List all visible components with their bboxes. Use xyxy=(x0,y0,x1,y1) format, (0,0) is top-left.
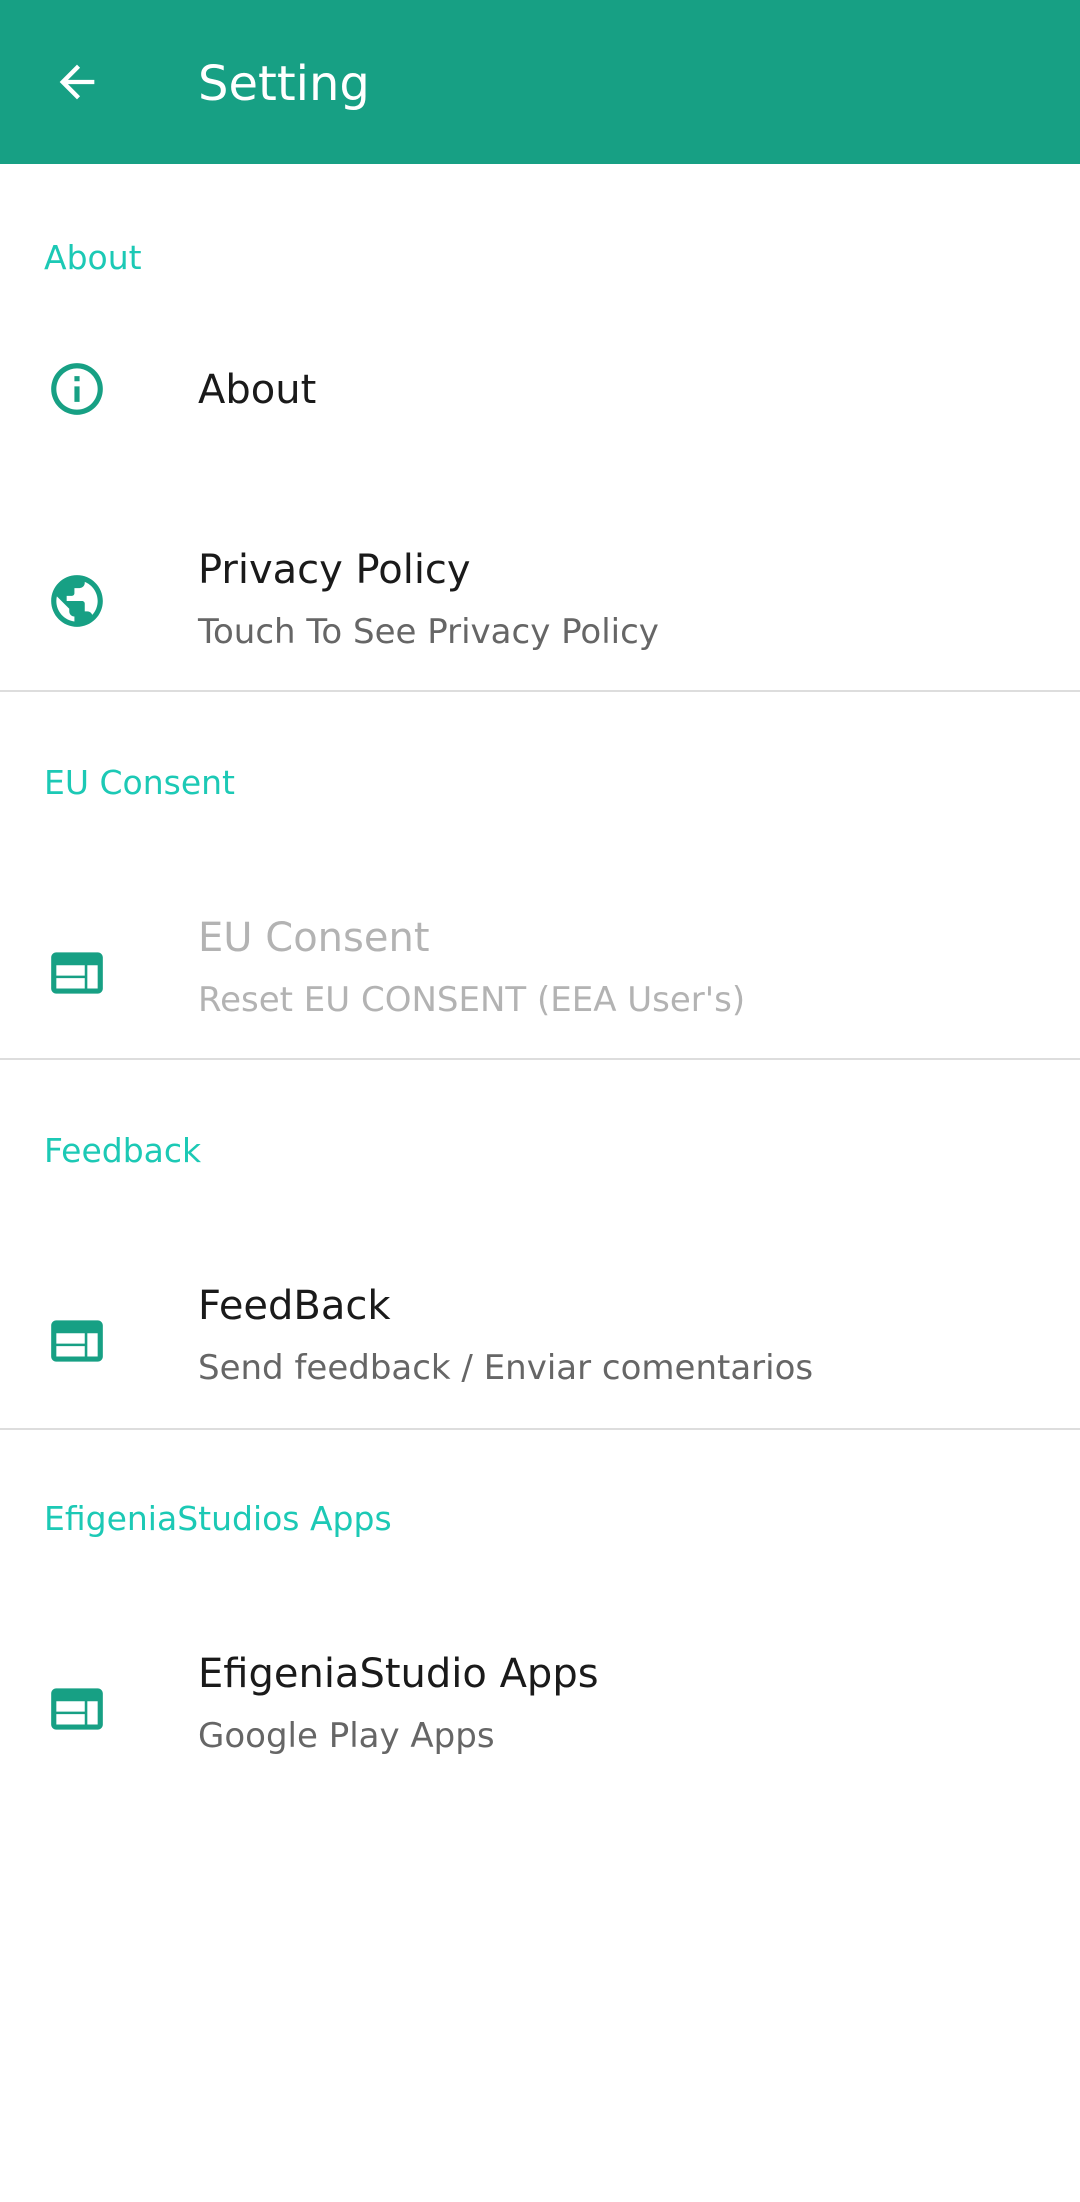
efigenia-apps-title: EfigeniaStudio Apps xyxy=(198,1651,599,1697)
app-bar: Setting xyxy=(0,0,1080,164)
privacy-policy-summary: Touch To See Privacy Policy xyxy=(198,612,659,652)
section-divider xyxy=(0,1058,1080,1060)
info-icon xyxy=(44,356,110,422)
back-button[interactable] xyxy=(32,42,122,122)
privacy-policy-item[interactable]: Privacy Policy Touch To See Privacy Poli… xyxy=(0,520,1080,690)
globe-icon xyxy=(44,568,110,634)
efigenia-apps-summary: Google Play Apps xyxy=(198,1716,495,1756)
web-layout-icon xyxy=(44,1676,110,1742)
arrow-left-icon xyxy=(59,64,95,100)
eu-consent-summary: Reset EU CONSENT (EEA User's) xyxy=(198,980,746,1020)
web-layout-icon xyxy=(44,940,110,1006)
privacy-policy-title: Privacy Policy xyxy=(198,547,471,593)
efigenia-apps-item[interactable]: EfigeniaStudio Apps Google Play Apps xyxy=(0,1624,1080,1794)
about-title: About xyxy=(198,367,317,413)
feedback-summary: Send feedback / Enviar comentarios xyxy=(198,1348,814,1388)
feedback-item[interactable]: FeedBack Send feedback / Enviar comentar… xyxy=(0,1256,1080,1426)
section-header-eu-consent: EU Consent xyxy=(44,763,235,802)
page-title: Setting xyxy=(198,56,370,112)
section-divider xyxy=(0,1428,1080,1430)
eu-consent-item: EU Consent Reset EU CONSENT (EEA User's) xyxy=(0,888,1080,1058)
section-header-feedback: Feedback xyxy=(44,1131,202,1170)
about-item[interactable]: About xyxy=(0,324,1080,454)
section-header-about: About xyxy=(44,238,142,277)
section-divider xyxy=(0,690,1080,692)
web-layout-icon xyxy=(44,1308,110,1374)
section-header-apps: EfigeniaStudios Apps xyxy=(44,1499,392,1538)
feedback-title: FeedBack xyxy=(198,1283,391,1329)
eu-consent-title: EU Consent xyxy=(198,915,430,961)
